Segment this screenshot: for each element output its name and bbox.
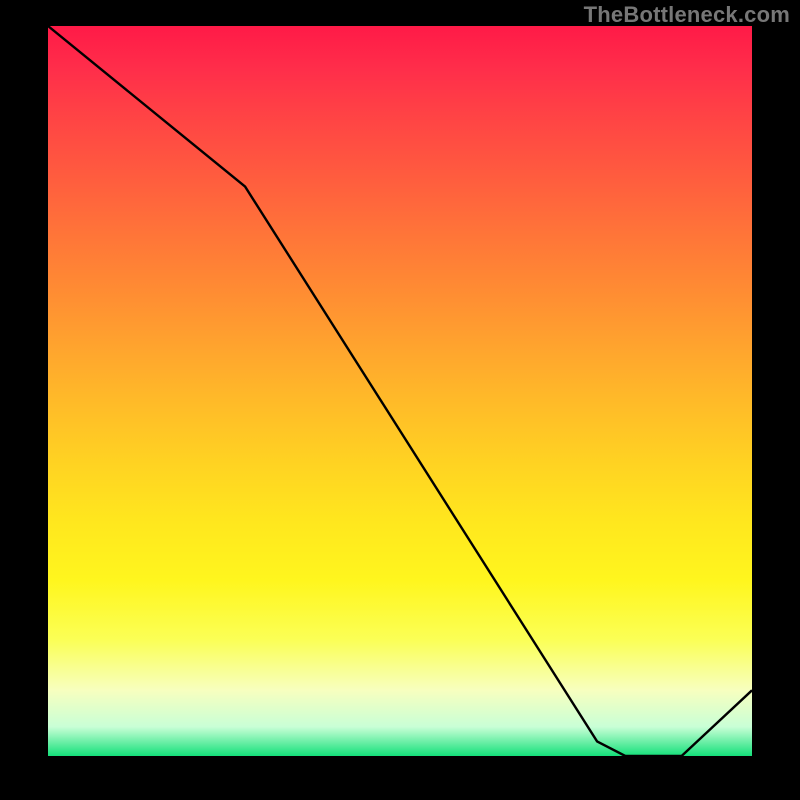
optimum-marker-dots: [611, 750, 681, 756]
watermark-text: TheBottleneck.com: [584, 2, 790, 28]
chart-frame: TheBottleneck.com: [0, 0, 800, 800]
plot-area: [48, 26, 752, 756]
bottleneck-curve: [48, 26, 752, 756]
